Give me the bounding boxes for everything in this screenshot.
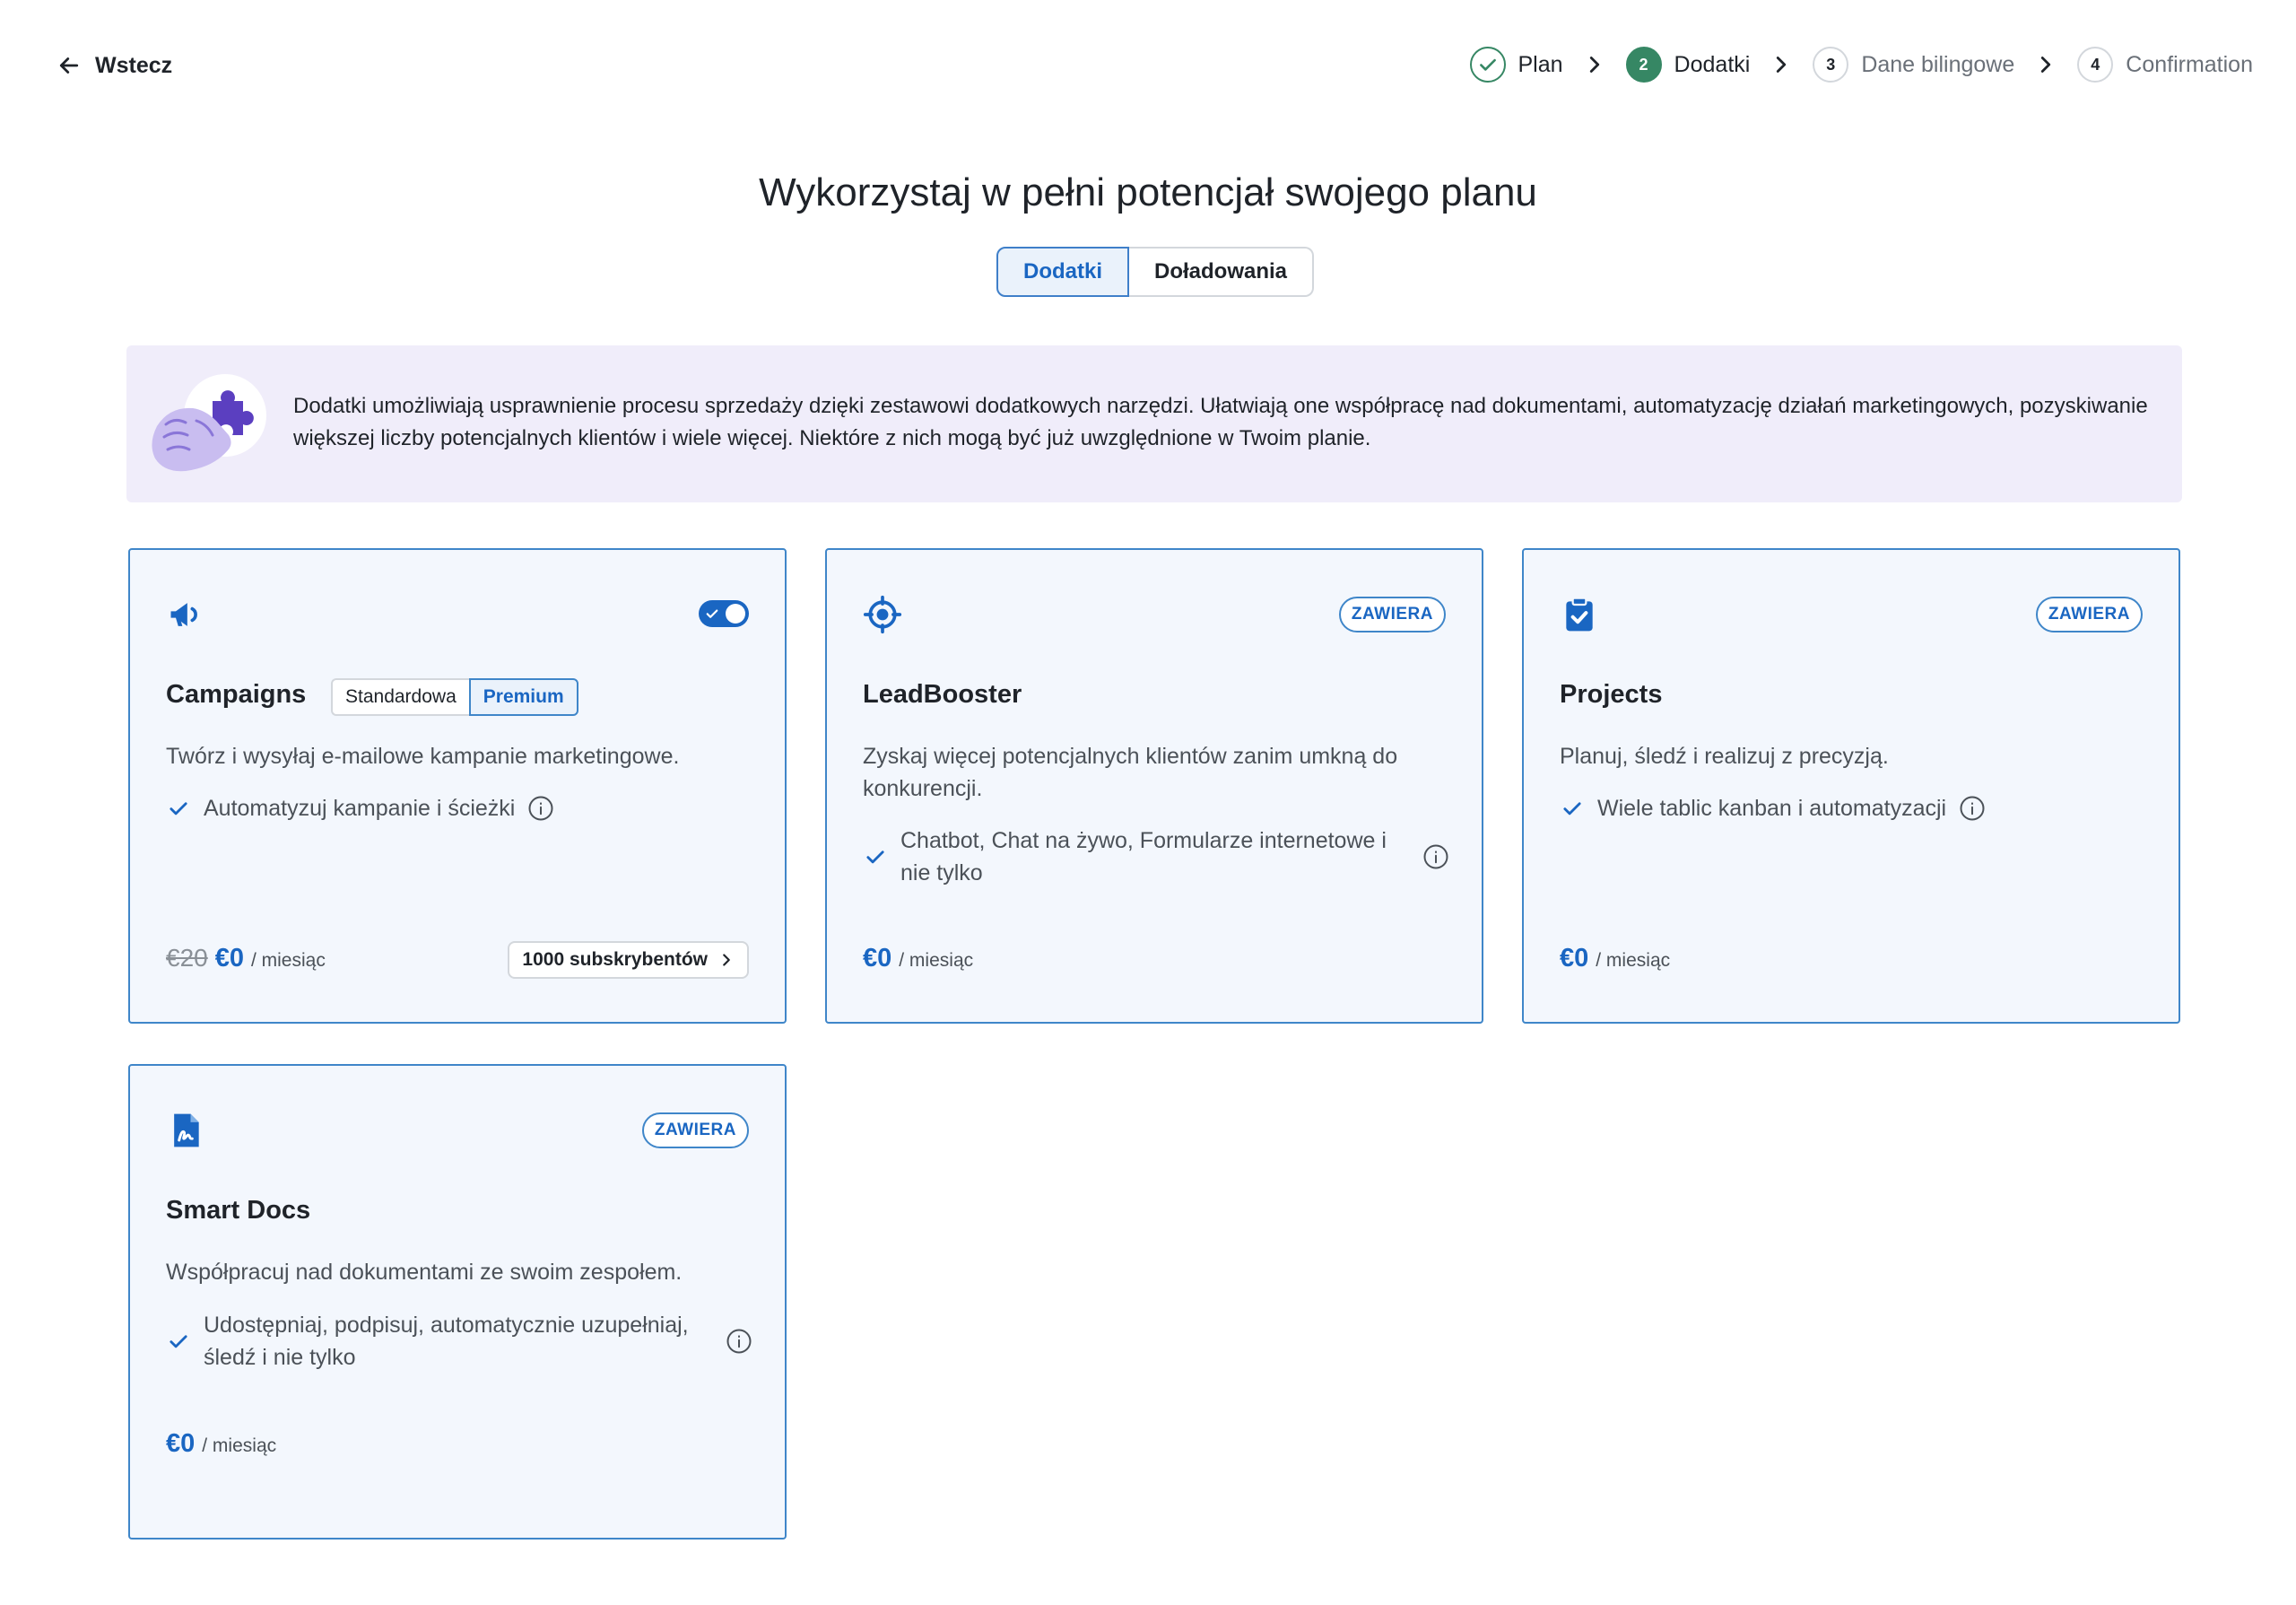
megaphone-icon [170,603,197,626]
clipboard-check-icon [1566,597,1593,632]
variant-premium[interactable]: Premium [468,678,578,716]
price-period: / miesiąc [202,1435,277,1456]
card-price: €0 / miesiąc [166,1429,276,1459]
info-icon[interactable] [726,1328,752,1355]
feature-text: Chatbot, Chat na żywo, Formularze intern… [900,828,1387,885]
price-period: / miesiąc [250,950,326,971]
target-icon [863,595,902,634]
price-period: / miesiąc [899,950,974,971]
card-description: Współpracuj nad dokumentami ze swoim zes… [166,1260,683,1285]
check-icon [706,609,718,618]
step-label: Dane bilingowe [1861,51,2015,77]
tab-switcher: Dodatki Doładowania [996,247,1314,297]
page-title: Wykorzystaj w pełni potencjał swojego pl… [759,170,1537,214]
check-icon [170,802,187,816]
tab-dodatki[interactable]: Dodatki [996,247,1129,297]
card-price: €0 / miesiąc [863,944,973,973]
feature-text: Wiele tablic kanban i automatyzacji [1597,796,1947,821]
check-icon [866,850,884,864]
card-description: Zyskaj więcej potencjalnych klientów zan… [863,744,1398,801]
subscribers-label: 1000 subskrybentów [522,949,708,970]
feature-item: Udostępniaj, podpisuj, automatycznie uzu… [166,1309,752,1374]
step-dodatki[interactable]: 2 Dodatki [1625,47,1751,83]
step-label: Dodatki [1674,51,1751,77]
old-price: €20 [166,944,208,972]
step-number: 3 [1813,47,1849,83]
step-number: 2 [1625,47,1662,83]
check-icon [1563,802,1581,816]
addon-card-projects: ZAWIERA Projects Planuj, śledź i realizu… [1522,548,2180,1024]
step-label: Confirmation [2126,51,2253,77]
chevron-right-icon [1589,57,1599,73]
card-price: €20 €0 / miesiąc [166,944,326,973]
info-icon[interactable] [1422,843,1449,870]
chevron-right-icon [2041,57,2051,73]
step-confirmation[interactable]: 4 Confirmation [2077,47,2253,83]
card-description: Planuj, śledź i realizuj z precyzją. [1560,744,1889,769]
back-button[interactable]: Wstecz [56,52,172,79]
card-title: Smart Docs [166,1196,311,1225]
addon-card-smart-docs: ZAWIERA Smart Docs Współpracuj nad dokum… [128,1064,787,1540]
addon-toggle[interactable] [699,600,749,627]
arrow-left-icon [59,57,79,74]
step-plan[interactable]: Plan [1469,47,1563,83]
check-icon [1479,58,1496,71]
card-title: LeadBooster [863,680,1022,709]
feature-item: Chatbot, Chat na żywo, Formularze intern… [863,824,1449,889]
checkout-stepper: Plan 2 Dodatki 3 Dane bilingowe 4 Confir… [1469,47,2253,83]
back-label: Wstecz [95,52,173,78]
info-icon[interactable] [1959,795,1986,822]
price-period: / miesiąc [1596,950,1671,971]
step-billing[interactable]: 3 Dane bilingowe [1813,47,2014,83]
step-done-indicator [1469,47,1506,83]
info-banner: Dodatki umożliwiają usprawnienie procesu… [126,345,2182,502]
feature-text: Udostępniaj, podpisuj, automatycznie uzu… [204,1313,689,1370]
step-number: 4 [2077,47,2114,83]
document-signature-icon [174,1113,199,1147]
banner-text: Dodatki umożliwiają usprawnienie procesu… [293,394,2148,450]
current-price: €0 [214,944,244,973]
feature-text: Automatyzuj kampanie i ścieżki [204,796,516,821]
toggle-knob [726,604,745,624]
addon-card-campaigns: Campaigns Standardowa Premium Twórz i wy… [128,548,787,1024]
card-title: Projects [1560,680,1663,709]
card-title: Campaigns [166,680,307,709]
tab-doladowania[interactable]: Doładowania [1129,247,1314,297]
included-badge: ZAWIERA [641,1112,749,1148]
step-label: Plan [1518,51,1563,77]
current-price: €0 [1560,944,1589,973]
chevron-right-icon [723,954,730,966]
chevron-right-icon [1777,57,1787,73]
feature-item: Wiele tablic kanban i automatyzacji [1560,792,2116,824]
included-badge: ZAWIERA [2035,597,2143,632]
current-price: €0 [863,944,892,973]
variant-standard[interactable]: Standardowa [331,678,469,716]
puzzle-hand-illustration [152,374,266,472]
plan-variant-switch: Standardowa Premium [331,678,578,716]
addon-card-leadbooster: ZAWIERA LeadBooster Zyskaj więcej potenc… [825,548,1483,1024]
subscribers-select[interactable]: 1000 subskrybentów [508,941,749,979]
check-icon [170,1335,187,1348]
included-badge: ZAWIERA [1338,597,1446,632]
feature-item: Automatyzuj kampanie i ścieżki [166,792,632,824]
card-description: Twórz i wysyłaj e-mailowe kampanie marke… [166,744,680,769]
current-price: €0 [166,1429,196,1458]
card-price: €0 / miesiąc [1560,944,1670,973]
info-icon[interactable] [527,795,554,822]
